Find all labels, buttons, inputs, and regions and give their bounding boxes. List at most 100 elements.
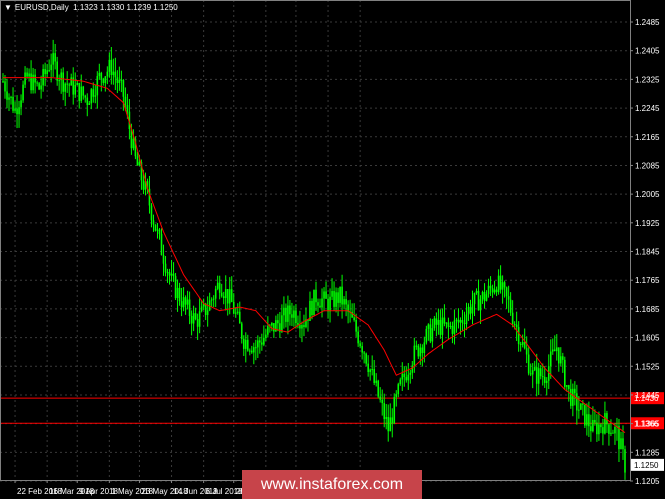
candle-body bbox=[353, 317, 355, 321]
candle-body bbox=[610, 432, 612, 434]
candle-body bbox=[612, 432, 614, 434]
symbol-label: EURUSD,Daily bbox=[14, 3, 69, 12]
candle-body bbox=[513, 324, 516, 326]
candle-body bbox=[395, 394, 398, 398]
candle-body bbox=[142, 180, 145, 190]
y-tick-label: 1.1765 bbox=[635, 276, 660, 285]
candle-body bbox=[238, 311, 241, 324]
candle-body bbox=[18, 107, 20, 115]
candle-body bbox=[602, 427, 604, 434]
candle-body bbox=[391, 417, 394, 424]
candle-body bbox=[463, 322, 466, 325]
candle-body bbox=[58, 80, 60, 82]
candle-body bbox=[114, 71, 117, 78]
candle-body bbox=[76, 83, 79, 85]
candle-body bbox=[158, 229, 161, 234]
candle-body bbox=[257, 340, 259, 348]
candle-body bbox=[489, 285, 492, 289]
candle-body bbox=[433, 318, 436, 329]
candle-body bbox=[106, 71, 109, 77]
candle-body bbox=[46, 70, 48, 75]
candle-body bbox=[242, 338, 245, 349]
candle-body bbox=[166, 272, 169, 274]
candle-body bbox=[427, 324, 430, 329]
candle-body bbox=[287, 305, 289, 322]
candle-body bbox=[86, 97, 89, 105]
candle-body bbox=[2, 81, 4, 83]
candle-body bbox=[104, 76, 107, 83]
candle-body bbox=[445, 322, 448, 324]
candle-body bbox=[620, 438, 622, 450]
candle-body bbox=[240, 323, 243, 339]
candle-body bbox=[387, 417, 390, 432]
candle-body bbox=[578, 409, 580, 411]
candle-body bbox=[491, 288, 494, 293]
candle-body bbox=[559, 356, 562, 364]
candle-body bbox=[226, 289, 229, 304]
candle-body bbox=[447, 322, 450, 327]
candle-body bbox=[152, 220, 155, 225]
candle-body bbox=[214, 288, 217, 299]
candle-body bbox=[423, 342, 426, 354]
candle-body bbox=[415, 345, 418, 347]
candle-body bbox=[588, 414, 590, 427]
candle-body bbox=[379, 396, 382, 400]
candle-body bbox=[369, 369, 371, 372]
candle-body bbox=[120, 79, 123, 81]
y-tick-label: 1.2165 bbox=[635, 133, 660, 142]
candle-body bbox=[421, 347, 424, 354]
candle-body bbox=[34, 74, 36, 83]
candle-body bbox=[136, 156, 139, 166]
candle-body bbox=[98, 72, 101, 77]
candle-body bbox=[88, 103, 91, 105]
candle-body bbox=[285, 307, 287, 322]
candle-body bbox=[212, 298, 215, 300]
y-tick-label: 1.2005 bbox=[635, 190, 660, 199]
candle-body bbox=[473, 293, 476, 305]
candle-body bbox=[20, 100, 22, 108]
candle-body bbox=[343, 299, 345, 305]
candle-body bbox=[176, 287, 179, 299]
candle-body bbox=[553, 349, 556, 352]
candle-body bbox=[116, 77, 119, 83]
candle-body bbox=[303, 325, 305, 328]
candle-body bbox=[469, 306, 472, 314]
candle-body bbox=[70, 77, 73, 86]
candle-body bbox=[397, 384, 400, 395]
candle-body bbox=[180, 301, 183, 308]
y-tick-label: 1.1205 bbox=[635, 477, 660, 486]
candle-body bbox=[365, 353, 367, 364]
candle-body bbox=[582, 403, 584, 405]
candle-body bbox=[485, 294, 488, 301]
candle-body bbox=[32, 74, 34, 91]
y-tick-label: 1.2405 bbox=[635, 47, 660, 56]
candle-body bbox=[539, 368, 542, 377]
candle-body bbox=[30, 73, 32, 91]
candle-body bbox=[361, 346, 363, 353]
y-tick-label: 1.2085 bbox=[635, 161, 660, 170]
candle-body bbox=[367, 363, 369, 372]
candle-body bbox=[341, 286, 343, 305]
candle-body bbox=[204, 303, 207, 315]
watermark-banner[interactable]: www.instaforex.com bbox=[242, 470, 422, 499]
y-tick-label: 1.1525 bbox=[635, 362, 660, 371]
dropdown-triangle-icon[interactable]: ▼ bbox=[4, 3, 12, 12]
candle-body bbox=[481, 292, 484, 300]
candle-body bbox=[323, 291, 325, 299]
candle-body bbox=[529, 373, 532, 375]
chart-legend: ▼ EURUSD,Daily 1.1323 1.1330 1.1239 1.125… bbox=[4, 3, 178, 12]
candle-body bbox=[357, 331, 359, 344]
candle-body bbox=[371, 369, 373, 371]
candle-body bbox=[8, 97, 10, 100]
candle-body bbox=[499, 275, 502, 290]
candle-body bbox=[188, 299, 191, 316]
candle-body bbox=[36, 82, 38, 84]
candle-body bbox=[443, 317, 446, 324]
candle-body bbox=[449, 325, 452, 327]
candle-body bbox=[220, 292, 223, 297]
candle-body bbox=[477, 290, 480, 311]
y-tick-label: 1.1445 bbox=[635, 391, 660, 400]
candle-body bbox=[160, 233, 163, 256]
candle-body bbox=[507, 296, 510, 300]
candle-body bbox=[411, 365, 414, 373]
